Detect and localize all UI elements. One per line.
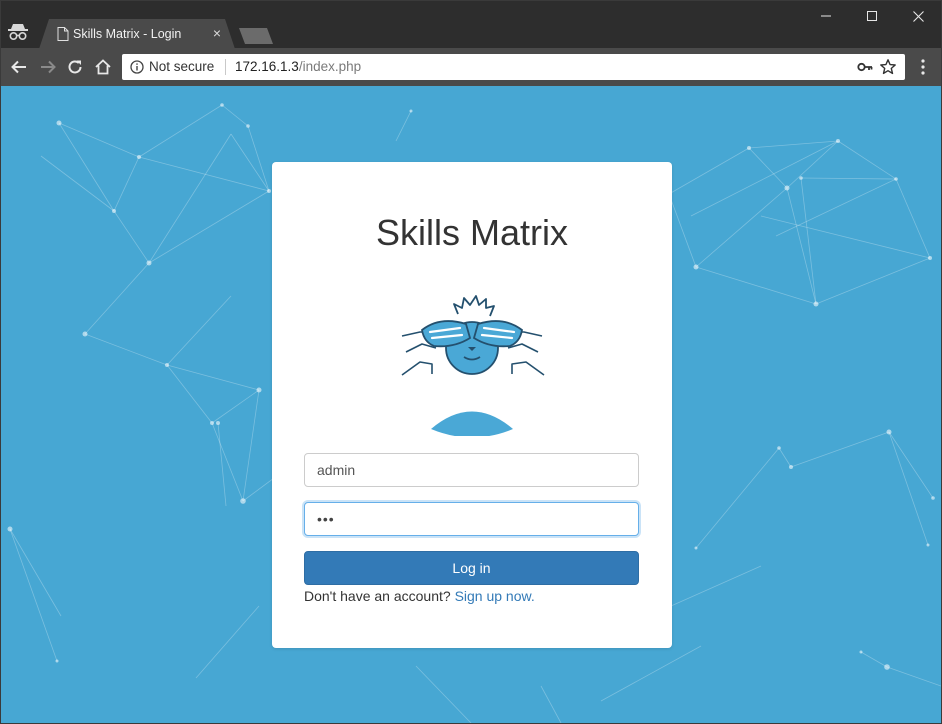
tab-active[interactable]: Skills Matrix - Login × <box>39 19 235 49</box>
close-window-button[interactable] <box>895 1 941 31</box>
window-controls <box>803 1 941 31</box>
minimize-icon <box>821 15 831 17</box>
browser-toolbar: Not secure 172.16.1.3/index.php <box>1 48 941 86</box>
page-viewport: Skills Matrix admin ••• Log in Don't hav… <box>1 86 941 723</box>
page-icon <box>57 27 69 41</box>
yeti-mascot-icon <box>401 295 545 436</box>
maximize-icon <box>867 11 877 21</box>
close-icon <box>912 10 924 22</box>
key-icon[interactable] <box>857 60 873 74</box>
home-icon[interactable] <box>93 57 113 77</box>
tab-strip: Skills Matrix - Login × <box>1 1 941 49</box>
tab-close-icon[interactable]: × <box>213 25 221 41</box>
url-host: 172.16.1.3 <box>235 59 299 74</box>
login-card: Skills Matrix admin ••• Log in Don't hav… <box>272 162 672 648</box>
minimize-button[interactable] <box>803 1 849 31</box>
forward-arrow-icon[interactable] <box>38 57 58 77</box>
reload-icon[interactable] <box>65 57 85 77</box>
username-value: admin <box>317 462 356 478</box>
back-arrow-icon[interactable] <box>9 57 29 77</box>
username-field[interactable]: admin <box>304 453 639 487</box>
address-bar[interactable]: Not secure 172.16.1.3/index.php <box>122 54 905 80</box>
login-button[interactable]: Log in <box>304 551 639 585</box>
signup-link[interactable]: Sign up now. <box>455 588 535 604</box>
signup-prompt: Don't have an account? <box>304 588 451 604</box>
url-path: /index.php <box>298 59 362 74</box>
browser-window: Skills Matrix - Login × Not secure 172.1… <box>0 0 942 724</box>
signup-row: Don't have an account? Sign up now. <box>304 588 535 604</box>
incognito-icon <box>8 24 28 41</box>
new-tab-button[interactable] <box>239 28 273 44</box>
maximize-button[interactable] <box>849 1 895 31</box>
bookmark-star-icon[interactable] <box>879 58 897 76</box>
info-icon[interactable] <box>130 60 144 74</box>
url-text[interactable]: 172.16.1.3/index.php <box>235 59 361 74</box>
password-field[interactable]: ••• <box>304 502 639 536</box>
omnibox-divider <box>225 59 226 75</box>
security-label[interactable]: Not secure <box>149 59 214 74</box>
menu-dots-icon[interactable] <box>916 58 930 76</box>
password-mask: ••• <box>317 511 335 527</box>
page-title: Skills Matrix <box>375 212 568 253</box>
tab-title: Skills Matrix - Login <box>73 27 182 41</box>
